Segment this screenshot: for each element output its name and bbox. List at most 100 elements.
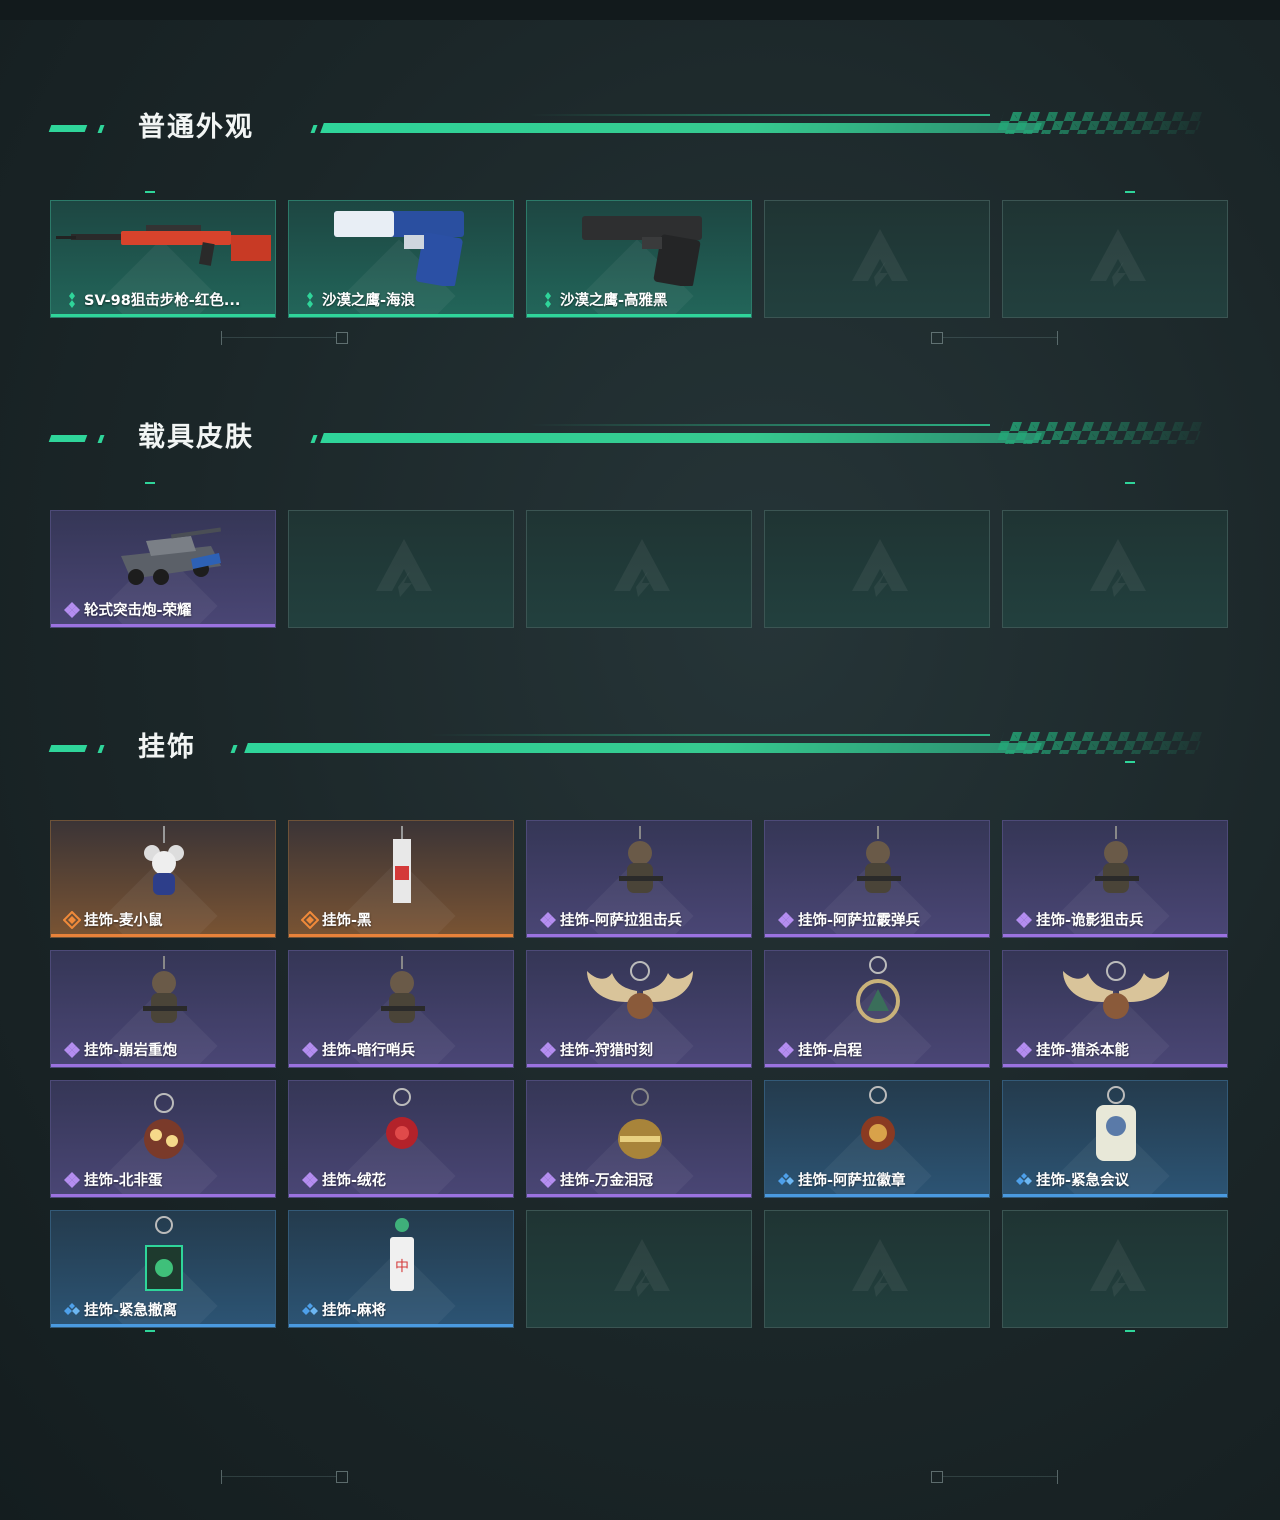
item-card[interactable]: 沙漠之鹰-海浪 [288,200,514,318]
section-header-charms: 挂饰 [48,730,1230,770]
rarity-bar [289,1194,513,1197]
deco-line [943,337,1057,338]
item-label: 挂饰-阿萨拉徽章 [798,1173,906,1189]
empty-slot [764,510,990,628]
item-label: 沙漠之鹰-高雅黑 [560,293,668,309]
rarity-purple-icon [301,1171,319,1189]
header-accent [48,745,88,752]
empty-slot [288,510,514,628]
header-checker-pattern [995,422,1205,444]
item-label: 挂饰-阿萨拉霰弹兵 [798,913,921,929]
deco-line [943,1476,1057,1477]
header-accent [97,125,105,133]
item-card[interactable]: 挂饰-崩岩重炮 [50,950,276,1068]
deco-square [931,1471,943,1483]
section-header-vehicle: 载具皮肤 [48,420,1230,460]
item-label: 挂饰-崩岩重炮 [84,1043,178,1059]
rarity-bar [289,314,513,317]
item-card[interactable]: 挂饰-紧急撤离 [50,1210,276,1328]
item-card[interactable]: 轮式突击炮-荣耀 [50,510,276,628]
rarity-green-icon [301,291,319,309]
empty-slot [764,1210,990,1328]
item-card[interactable]: 挂饰-紧急会议 [1002,1080,1228,1198]
item-label: 挂饰-绒花 [322,1173,387,1189]
rarity-bar [527,934,751,937]
item-card[interactable]: 挂饰-麦小鼠 [50,820,276,938]
section-title: 挂饰 [138,732,196,763]
header-accent [310,435,318,443]
item-card[interactable]: SV-98狙击步枪-红色... [50,200,276,318]
item-card[interactable]: 挂饰-狩猎时刻 [526,950,752,1068]
rarity-bar [765,1064,989,1067]
rarity-bar [51,1194,275,1197]
header-accent [310,125,318,133]
rarity-bar [1003,934,1227,937]
deco-tick [221,331,222,345]
deco-dash [1125,191,1135,193]
item-card[interactable]: 挂饰-阿萨拉霰弹兵 [764,820,990,938]
item-card[interactable]: 挂饰-暗行哨兵 [288,950,514,1068]
item-label: 挂饰-诡影狙击兵 [1036,913,1144,929]
deco-dash [1125,1330,1135,1332]
item-card[interactable]: 挂饰-绒花 [288,1080,514,1198]
rarity-bar [1003,1064,1227,1067]
item-card[interactable]: 中挂饰-麻将 [288,1210,514,1328]
deco-tick [1057,1470,1058,1484]
deco-dash [1125,761,1135,763]
rarity-purple-icon [539,911,557,929]
deco-square [931,332,943,344]
rarity-purple-icon [539,1041,557,1059]
empty-slot [764,200,990,318]
rarity-bar [51,934,275,937]
item-label: 挂饰-猎杀本能 [1036,1043,1130,1059]
rarity-orange-icon [62,910,82,930]
item-card[interactable]: 挂饰-猎杀本能 [1002,950,1228,1068]
rarity-bar [765,1194,989,1197]
item-label: 挂饰-麻将 [322,1303,387,1319]
item-card[interactable]: 挂饰-启程 [764,950,990,1068]
item-label: 沙漠之鹰-海浪 [322,293,416,309]
rarity-purple-icon [63,1171,81,1189]
item-label: 挂饰-暗行哨兵 [322,1043,416,1059]
rarity-purple-icon [777,911,795,929]
item-card[interactable]: 挂饰-阿萨拉徽章 [764,1080,990,1198]
rarity-green-icon [63,291,81,309]
item-label: 挂饰-启程 [798,1043,863,1059]
rarity-bar [527,314,751,317]
item-card[interactable]: 挂饰-万金泪冠 [526,1080,752,1198]
header-thin-line [530,114,990,116]
item-label: 挂饰-北非蛋 [84,1173,163,1189]
deco-tick [221,1470,222,1484]
section-title: 普通外观 [138,112,254,143]
header-accent [48,125,88,132]
rarity-green-icon [539,291,557,309]
rarity-bar [1003,1194,1227,1197]
deco-dash [145,191,155,193]
rarity-bar [51,314,275,317]
rarity-purple-icon [63,601,81,619]
item-label: 挂饰-狩猎时刻 [560,1043,654,1059]
item-card[interactable]: 挂饰-北非蛋 [50,1080,276,1198]
item-label: 挂饰-麦小鼠 [84,913,163,929]
rarity-bar [289,1324,513,1327]
rarity-bar [51,1324,275,1327]
item-card[interactable]: 挂饰-阿萨拉狙击兵 [526,820,752,938]
item-card[interactable]: 沙漠之鹰-高雅黑 [526,200,752,318]
item-label: SV-98狙击步枪-红色... [84,293,241,309]
deco-dash [145,482,155,484]
item-card[interactable]: 挂饰-诡影狙击兵 [1002,820,1228,938]
header-checker-pattern [995,112,1205,134]
empty-slot [1002,1210,1228,1328]
empty-slot [526,1210,752,1328]
rarity-bar [51,1064,275,1067]
deco-line [222,1476,336,1477]
item-label: 挂饰-万金泪冠 [560,1173,654,1189]
rarity-purple-icon [777,1041,795,1059]
deco-tick [1057,331,1058,345]
item-card[interactable]: 挂饰-黑 [288,820,514,938]
rarity-bar [289,934,513,937]
header-thin-line [430,734,990,736]
section-header-appearance: 普通外观 [48,110,1230,150]
rarity-bar [51,624,275,627]
rarity-blue-icon [63,1301,81,1319]
